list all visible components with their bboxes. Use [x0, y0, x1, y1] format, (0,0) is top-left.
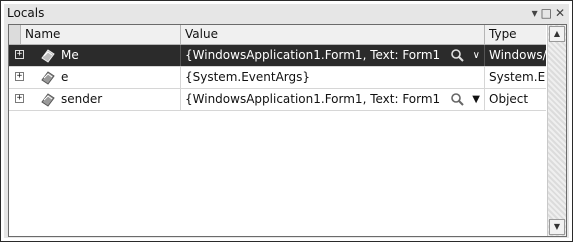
scroll-down-icon[interactable]: ▼: [549, 219, 565, 235]
header-gutter: [9, 25, 21, 44]
chevron-down-icon[interactable]: ∨: [473, 45, 480, 66]
value-cell[interactable]: {WindowsApplication1.Form1, Text: Form1 …: [181, 89, 485, 110]
dropdown-icon[interactable]: ▾: [532, 6, 538, 20]
close-icon[interactable]: ✕: [555, 6, 565, 20]
title-bar: Locals ▾ □ ✕: [4, 4, 569, 23]
variable-value: {WindowsApplication1.Form1, Text: Form1: [185, 48, 441, 62]
expand-icon[interactable]: +: [15, 94, 24, 103]
object-icon: [41, 93, 55, 107]
magnifier-icon[interactable]: [450, 48, 464, 62]
expander-cell: +: [9, 67, 39, 88]
value-cell[interactable]: {System.EventArgs}: [181, 67, 485, 88]
type-cell: Object: [489, 92, 529, 106]
column-header-name[interactable]: Name: [21, 25, 181, 44]
column-header-type[interactable]: Type: [485, 25, 546, 44]
scroll-up-icon[interactable]: ▲: [549, 26, 565, 42]
locals-window-frame: Locals ▾ □ ✕ Name Value Type + Me {Windo…: [0, 0, 573, 242]
table-row-sender[interactable]: + sender {WindowsApplication1.Form1, Tex…: [9, 89, 546, 111]
window-title: Locals: [7, 6, 45, 20]
variable-name: e: [61, 70, 69, 84]
name-cell: sender: [39, 89, 181, 110]
expander-cell: +: [9, 45, 39, 66]
variable-name: Me: [61, 48, 79, 62]
name-cell: Me: [39, 45, 181, 66]
object-icon: [41, 71, 55, 85]
object-icon: [41, 49, 55, 63]
locals-window: Locals ▾ □ ✕ Name Value Type + Me {Windo…: [4, 4, 569, 238]
magnifier-icon[interactable]: [450, 92, 464, 106]
variable-name: sender: [61, 92, 103, 106]
dropdown-arrow-icon[interactable]: ▼: [472, 89, 480, 110]
variable-value: {WindowsApplication1.Form1, Text: Form1: [185, 92, 441, 106]
type-cell: Windows/: [489, 48, 546, 62]
locals-grid-container: Name Value Type + Me {WindowsApplication…: [8, 24, 567, 237]
name-cell: e: [39, 67, 181, 88]
expand-icon[interactable]: +: [15, 50, 24, 59]
maximize-icon[interactable]: □: [541, 6, 552, 20]
table-row-me[interactable]: + Me {WindowsApplication1.Form1, Text: F…: [9, 45, 546, 67]
expander-cell: +: [9, 89, 39, 110]
column-header-value[interactable]: Value: [181, 25, 485, 44]
title-bar-buttons: ▾ □ ✕: [532, 6, 565, 20]
value-cell[interactable]: {WindowsApplication1.Form1, Text: Form1 …: [181, 45, 485, 66]
table-row-e[interactable]: + e {System.EventArgs} System.E: [9, 67, 546, 89]
locals-grid: Name Value Type + Me {WindowsApplication…: [9, 25, 546, 236]
type-cell: System.E: [489, 70, 546, 84]
vertical-scrollbar[interactable]: ▲ ▼: [547, 25, 566, 236]
variable-value: {System.EventArgs}: [185, 70, 311, 84]
column-header-row: Name Value Type: [9, 25, 546, 45]
expand-icon[interactable]: +: [15, 72, 24, 81]
